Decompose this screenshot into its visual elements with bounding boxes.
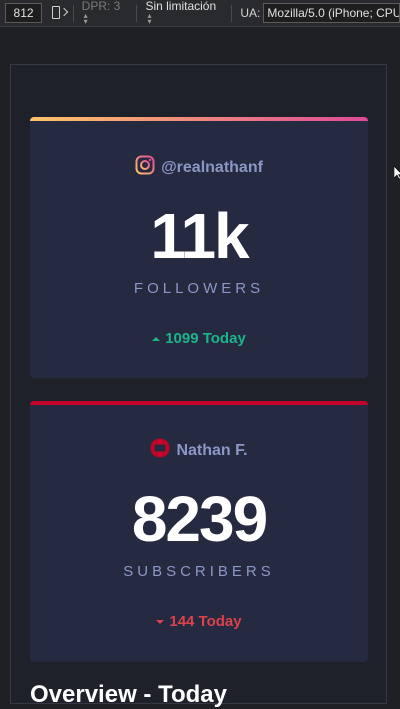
updown-caret-icon: ▴ ▾ xyxy=(147,11,152,26)
handle-text: @realnathanf xyxy=(161,158,263,176)
dashboard-page: @realnathanf 11k FOLLOWERS 1099 Today Na… xyxy=(10,64,387,708)
youtube-icon xyxy=(150,438,170,463)
daily-change: 1099 Today xyxy=(30,330,368,347)
count-unit: FOLLOWERS xyxy=(133,280,265,297)
card-handle: Nathan F. xyxy=(30,438,368,463)
handle-text: Nathan F. xyxy=(176,441,248,459)
arrow-up-icon xyxy=(152,336,161,341)
card-accent-bar xyxy=(30,117,368,121)
arrow-down-icon xyxy=(156,619,165,624)
count-unit: SUBSCRIBERS xyxy=(123,563,275,580)
mouse-cursor-icon xyxy=(393,165,400,185)
toolbar-divider xyxy=(231,4,233,22)
throttle-select[interactable]: Sin limitación ▴ ▾ xyxy=(145,0,223,27)
daily-change-text: 144 Today xyxy=(169,613,242,630)
overview-heading: Overview - Today xyxy=(30,681,227,708)
devtools-device-toolbar: 812 DPR: 3 ▴ ▾ Sin limitación ▴ ▾ UA: Mozi… xyxy=(0,0,400,27)
youtube-card[interactable]: Nathan F. 8239 SUBSCRIBERS 144 Today xyxy=(30,401,368,662)
toolbar-divider xyxy=(72,4,74,22)
daily-change-text: 1099 Today xyxy=(165,330,246,347)
throttle-label: Sin limitación xyxy=(145,0,217,13)
viewport-width-input[interactable]: 812 xyxy=(5,3,43,23)
device-viewport: @realnathanf 11k FOLLOWERS 1099 Today Na… xyxy=(0,28,400,708)
ua-label: UA: xyxy=(240,6,261,20)
card-accent-bar xyxy=(30,401,368,405)
card-handle: @realnathanf xyxy=(30,155,368,180)
user-agent-input[interactable]: Mozilla/5.0 (iPhone; CPU xyxy=(263,3,400,23)
updown-caret-icon: ▴ ▾ xyxy=(83,11,88,26)
rotate-icon[interactable] xyxy=(51,5,68,21)
toolbar-divider xyxy=(136,4,138,22)
subscriber-count: 8239 xyxy=(131,483,268,555)
dpr-select[interactable]: DPR: 3 ▴ ▾ xyxy=(82,0,129,27)
instagram-card[interactable]: @realnathanf 11k FOLLOWERS 1099 Today xyxy=(30,117,368,378)
follower-count: 11k xyxy=(150,200,249,272)
daily-change: 144 Today xyxy=(30,613,368,630)
instagram-icon xyxy=(135,155,155,180)
